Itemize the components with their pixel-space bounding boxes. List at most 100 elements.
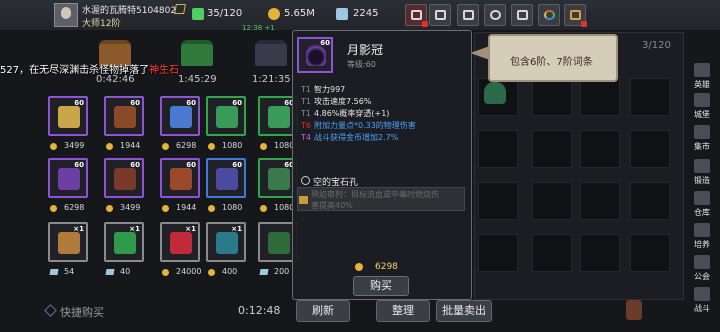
rainbow-icon (544, 10, 555, 20)
bag-icon (192, 8, 204, 20)
shop-item-slot[interactable]: 60 (206, 158, 246, 198)
bag-slot[interactable] (580, 78, 620, 116)
stat-value: 战斗获得金币增加2.7% (313, 133, 399, 142)
quickbuy-icon (44, 304, 57, 317)
bag-slot[interactable] (532, 130, 572, 168)
shop-item-slot[interactable]: 60 (48, 96, 88, 136)
shop-item-slot[interactable]: 60 (104, 158, 144, 198)
greaves-icon (268, 168, 290, 190)
shop-item-slot[interactable]: ×1 (48, 222, 88, 262)
bow-icon (268, 106, 290, 128)
gold-coin-icon (260, 143, 267, 150)
training-icon (694, 223, 710, 237)
mail-icon (435, 10, 446, 20)
item-stat-line: T6 附加力量点*0.33的物理伤害 (301, 120, 416, 131)
shop-item-slot[interactable]: 60 (206, 96, 246, 136)
item-stat-line: T1 4.86%概率穿透(+1) (301, 108, 389, 119)
side-menu-hero[interactable]: 英雄 (686, 62, 718, 92)
side-menu-forge[interactable]: 锻造 (686, 158, 718, 188)
bag-slot[interactable] (580, 182, 620, 220)
bag-slot[interactable] (630, 130, 670, 168)
side-menu-castle[interactable]: 城堡 (686, 92, 718, 122)
chest-timer: 1:21:35 (252, 74, 291, 85)
shop-item-slot[interactable]: 60 (160, 96, 200, 136)
bag-slot[interactable] (630, 182, 670, 220)
bag-slot[interactable] (630, 78, 670, 116)
item-name: 月影冠 (347, 43, 384, 57)
shop-item-slot[interactable]: ×1 (160, 222, 200, 262)
shop-item-slot[interactable]: 60 (104, 96, 144, 136)
shop-item-slot[interactable]: 60 (48, 158, 88, 198)
item-stat-line: T1 智力997 (301, 84, 345, 95)
hint-text: 包含6阶、7阶词条 (510, 57, 593, 68)
item-level-badge: 60 (74, 161, 84, 169)
bag-slot[interactable] (580, 234, 620, 272)
gift-button[interactable] (564, 4, 587, 27)
bulk-sell-button[interactable]: 批量卖出 (436, 300, 492, 322)
refresh-button[interactable]: 刷新 (296, 300, 350, 322)
bag-slot[interactable] (532, 78, 572, 116)
gold-coin-icon (208, 205, 215, 212)
side-menu-label: 锻造 (694, 176, 710, 185)
settings-button[interactable] (484, 4, 506, 26)
gold-coin-icon (260, 205, 267, 212)
event-button[interactable] (538, 4, 560, 26)
bag-slot[interactable] (478, 234, 518, 272)
warehouse-icon (694, 191, 710, 205)
bag-slot[interactable] (532, 182, 572, 220)
grid-button[interactable] (511, 4, 533, 26)
item-level-badge: ×1 (73, 225, 84, 233)
side-menu-market[interactable]: 集市 (686, 124, 718, 154)
bubble-tail (470, 46, 490, 60)
chest-timer: 1:45:29 (178, 74, 217, 85)
chest-dark[interactable] (252, 36, 290, 70)
edit-icon[interactable] (174, 4, 186, 14)
shop-item-slot[interactable]: ×1 (104, 222, 144, 262)
spellbook-icon (58, 232, 80, 254)
side-menu-guild[interactable]: 公会 (686, 254, 718, 284)
stat-tier: T1 (301, 97, 311, 106)
item-icon-level: 60 (320, 39, 330, 47)
item-level-badge: 60 (186, 161, 196, 169)
shop-icon (411, 10, 422, 20)
gear-icon (490, 10, 501, 20)
set-bonus-icon (299, 196, 308, 204)
gamepad-button[interactable] (457, 4, 479, 26)
bag-slot[interactable] (478, 130, 518, 168)
shop-item-slot[interactable]: 60 (160, 158, 200, 198)
socket-icon (301, 176, 310, 185)
side-menu-warehouse[interactable]: 仓库 (686, 190, 718, 220)
chest-green[interactable] (178, 36, 216, 70)
item-price: 1080 (222, 141, 243, 150)
quickbuy-toggle[interactable]: 快捷购买 (60, 304, 104, 320)
item-level-badge: 60 (130, 99, 140, 107)
bag-slot[interactable] (532, 234, 572, 272)
set-bonus-text: 害提高40% (311, 201, 353, 210)
gold-coin-icon (355, 263, 363, 271)
side-menu-label: 集市 (694, 142, 710, 151)
side-menu-battle[interactable]: 战斗 (686, 286, 718, 316)
buy-button[interactable]: 购买 (353, 276, 409, 296)
item-price: 1944 (176, 203, 197, 212)
side-menu-label: 培养 (694, 240, 710, 249)
shop-item-slot[interactable]: ×1 (206, 222, 246, 262)
side-menu-label: 仓库 (694, 208, 710, 217)
shop-button[interactable] (405, 4, 428, 27)
avatar[interactable] (54, 3, 78, 27)
item-level-badge: 60 (74, 99, 84, 107)
item-price: 6298 (176, 141, 197, 150)
bag-slot[interactable] (580, 130, 620, 168)
side-menu-training[interactable]: 培养 (686, 222, 718, 252)
green-gem-icon (114, 232, 136, 254)
scroll-icon[interactable] (626, 300, 642, 320)
item-price: 400 (222, 267, 238, 276)
item-price: 1080 (222, 203, 243, 212)
bag-slot[interactable] (478, 182, 518, 220)
mail-button[interactable] (429, 4, 451, 26)
helmet-icon (58, 168, 80, 190)
stat-value: 攻击速度7.56% (313, 97, 372, 106)
bag-slot[interactable] (630, 234, 670, 272)
helmet-icon (306, 44, 326, 66)
organize-button[interactable]: 整理 (376, 300, 430, 322)
diamond-icon (259, 269, 269, 275)
